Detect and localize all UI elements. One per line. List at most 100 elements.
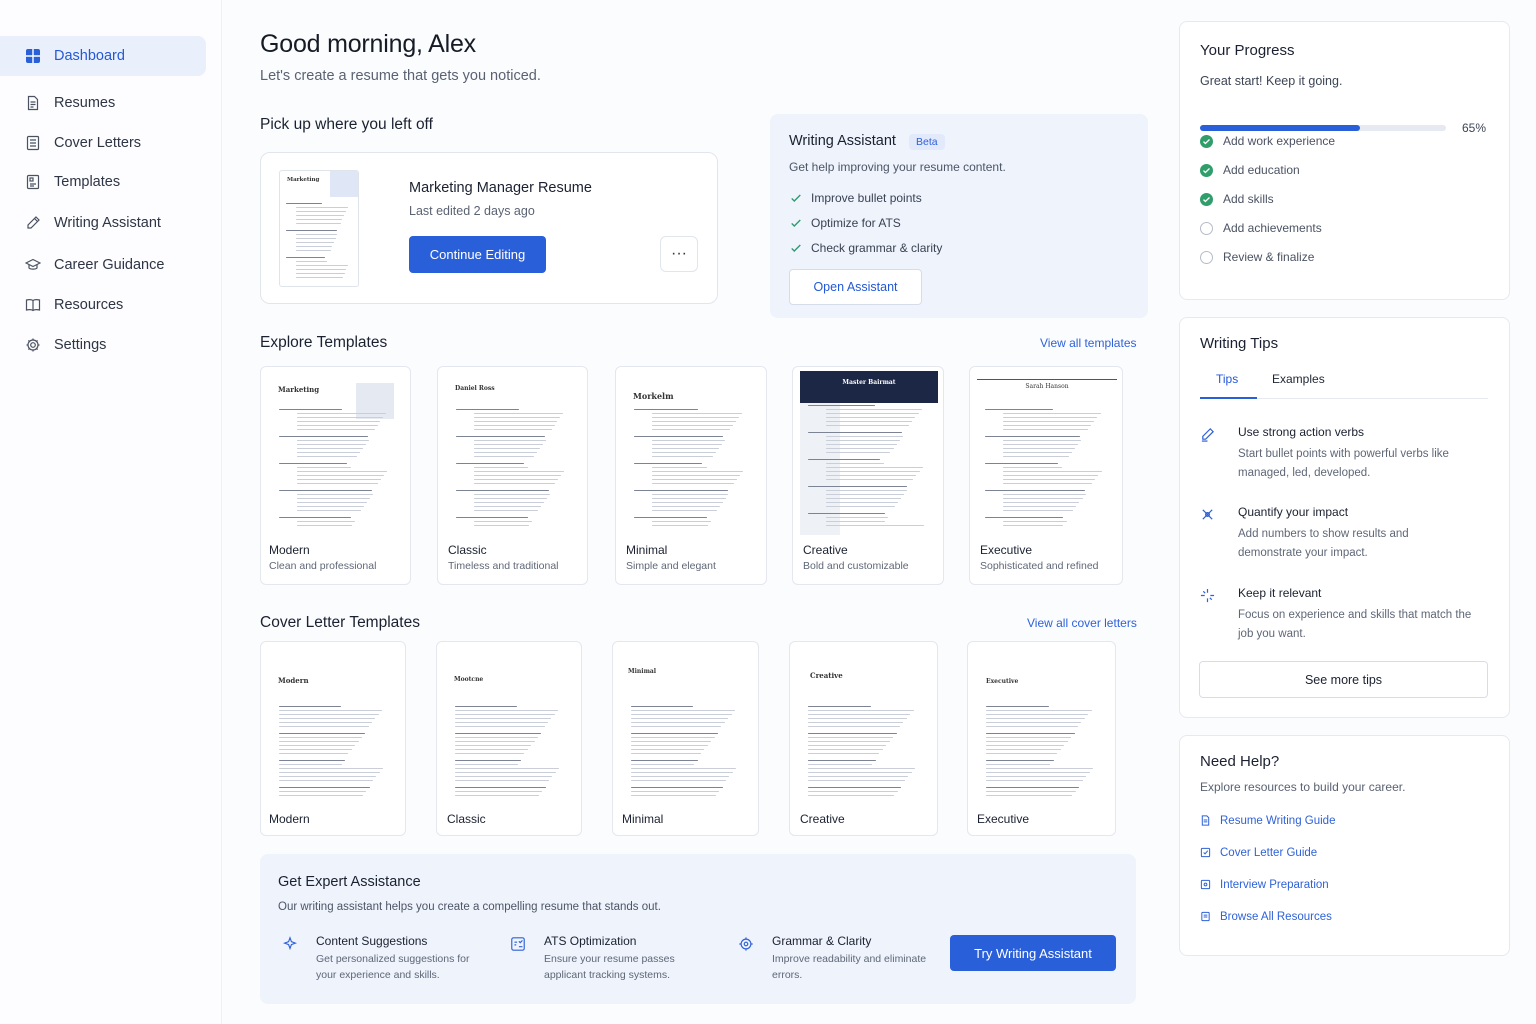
gear-check-icon <box>738 936 756 954</box>
document-icon <box>24 94 42 112</box>
resource-link-cover-letter-guide[interactable]: Cover Letter Guide <box>1200 847 1317 859</box>
text-line <box>1003 440 1082 442</box>
sidebar-item-label: Dashboard <box>54 48 125 64</box>
page-subtitle: Let's create a resume that gets you noti… <box>260 68 541 84</box>
text-line <box>634 463 703 465</box>
book-icon <box>24 296 42 314</box>
text-line <box>808 791 898 793</box>
feature-title: Content Suggestions <box>316 934 428 948</box>
cover-letter-card-modern[interactable]: Modern Modern <box>260 641 406 836</box>
resource-link-resume-guide[interactable]: Resume Writing Guide <box>1200 815 1335 827</box>
template-card-classic[interactable]: Daniel Ross Classic Timeless and traditi… <box>437 366 588 585</box>
text-line <box>297 425 378 427</box>
text-line <box>455 760 522 762</box>
text-line <box>279 780 374 782</box>
text-line <box>986 776 1087 778</box>
cover-letter-card-executive[interactable]: Executive Executive <box>967 641 1116 836</box>
text-line <box>1003 502 1080 504</box>
text-line <box>296 234 338 236</box>
try-writing-assistant-button[interactable]: Try Writing Assistant <box>950 935 1116 971</box>
text-line <box>455 753 525 755</box>
resource-link-browse-all[interactable]: Browse All Resources <box>1200 911 1332 923</box>
text-line <box>297 440 369 442</box>
text-line <box>474 483 556 485</box>
progress-task[interactable]: Add achievements <box>1200 221 1322 235</box>
cover-letter-name: Creative <box>800 812 845 826</box>
text-line <box>631 737 715 739</box>
text-line <box>456 409 520 411</box>
text-line <box>297 452 361 454</box>
resource-link-interview-prep[interactable]: Interview Preparation <box>1200 879 1329 891</box>
tab-tips[interactable]: Tips <box>1216 372 1238 386</box>
sidebar-item-writing-assistant[interactable]: Writing Assistant <box>0 203 206 243</box>
assistant-feature-label: Optimize for ATS <box>811 216 901 230</box>
template-description: Sophisticated and refined <box>980 560 1099 572</box>
text-line <box>297 479 382 481</box>
sidebar-item-settings[interactable]: Settings <box>0 325 206 365</box>
continue-editing-button[interactable]: Continue Editing <box>409 236 546 273</box>
template-card-modern[interactable]: Marketing Modern Clean and professional <box>260 366 411 585</box>
text-line <box>455 710 559 712</box>
text-line <box>279 768 384 770</box>
tab-examples[interactable]: Examples <box>1272 372 1325 386</box>
sidebar-item-resources[interactable]: Resources <box>0 285 206 325</box>
progress-task[interactable]: Add education <box>1200 163 1300 177</box>
text-line <box>455 745 532 747</box>
cover-letter-card-classic[interactable]: Mootcne Classic <box>436 641 582 836</box>
text-line <box>474 429 552 431</box>
text-line <box>985 409 1054 411</box>
feature-title: ATS Optimization <box>544 934 637 948</box>
text-line <box>474 510 539 512</box>
open-assistant-button[interactable]: Open Assistant <box>789 269 922 305</box>
text-line <box>297 471 388 473</box>
text-line <box>279 710 383 712</box>
template-description: Clean and professional <box>269 560 377 572</box>
tip-description: Add numbers to show results and demonstr… <box>1238 528 1409 559</box>
text-line <box>631 760 698 762</box>
text-line <box>652 467 707 469</box>
text-line <box>631 726 722 728</box>
text-line <box>297 467 352 469</box>
interview-icon <box>1200 879 1212 891</box>
sidebar-item-dashboard[interactable]: Dashboard <box>0 36 206 76</box>
text-line <box>986 787 1080 789</box>
sidebar-item-label: Templates <box>54 174 121 190</box>
template-card-executive[interactable]: Sarah Hanson Executive Sophisticated and… <box>969 366 1123 585</box>
text-line <box>652 510 717 512</box>
resume-thumbnail[interactable]: Marketing <box>279 170 359 287</box>
preview-heading: Daniel Ross <box>455 385 495 392</box>
cover-letter-name: Modern <box>269 812 310 826</box>
template-card-minimal[interactable]: Morkelm Minimal Simple and elegant <box>615 366 767 585</box>
progress-task[interactable]: Add work experience <box>1200 134 1335 148</box>
assistant-feature: Check grammar & clarity <box>789 241 942 255</box>
see-more-tips-button[interactable]: See more tips <box>1199 661 1488 698</box>
text-line <box>296 215 345 217</box>
text-line <box>808 741 890 743</box>
sidebar-item-cover-letters[interactable]: Cover Letters <box>0 123 206 163</box>
tip-title: Use strong action verbs <box>1238 425 1365 439</box>
template-card-creative[interactable]: Master Bairmat Creative Bold and customi… <box>792 366 944 585</box>
text-line <box>455 764 518 766</box>
checkmark-icon <box>789 241 803 255</box>
progress-task[interactable]: Review & finalize <box>1200 250 1314 264</box>
view-all-templates-link[interactable]: View all templates <box>1040 336 1137 350</box>
cover-letter-card-creative[interactable]: Creative Creative <box>789 641 938 836</box>
cover-letter-card-minimal[interactable]: Minimal Minimal <box>612 641 759 836</box>
text-line <box>279 795 363 797</box>
view-all-cover-letters-link[interactable]: View all cover letters <box>1027 616 1137 630</box>
sidebar-item-resumes[interactable]: Resumes <box>0 83 206 123</box>
progress-task[interactable]: Add skills <box>1200 192 1274 206</box>
text-line <box>652 483 735 485</box>
task-label: Add work experience <box>1223 134 1336 148</box>
text-line <box>1003 475 1099 477</box>
text-line <box>1003 494 1086 496</box>
sidebar-item-label: Cover Letters <box>54 135 142 151</box>
text-line <box>634 490 728 492</box>
text-line <box>474 421 558 423</box>
more-options-button[interactable]: ··· <box>660 236 698 272</box>
sidebar-item-career-guidance[interactable]: Career Guidance <box>0 245 206 285</box>
text-line <box>297 521 356 523</box>
text-line <box>631 764 695 766</box>
text-line <box>1003 444 1079 446</box>
sidebar-item-templates[interactable]: Templates <box>0 162 206 202</box>
